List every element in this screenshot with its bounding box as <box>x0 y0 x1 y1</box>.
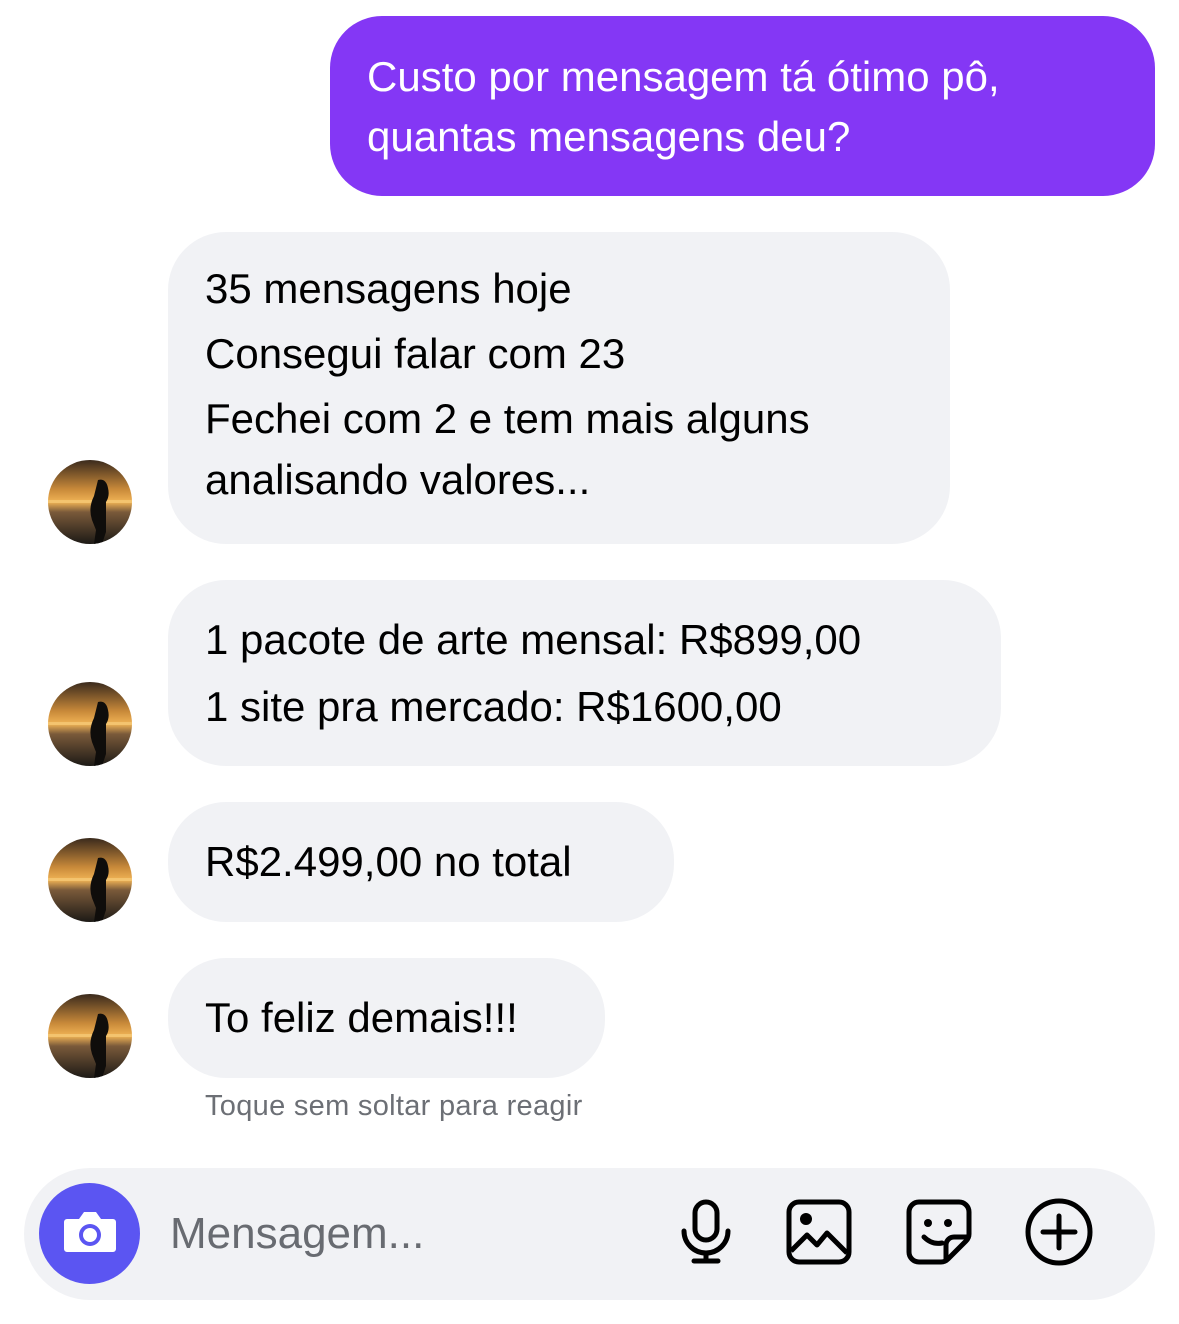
message-line: quantas mensagens deu? <box>367 113 851 160</box>
chat-screen: Custo por mensagem tá ótimo pô, quantas … <box>0 0 1179 1324</box>
gallery-button[interactable] <box>783 1198 855 1270</box>
message-line: Consegui falar com 23 <box>205 330 626 377</box>
camera-button[interactable] <box>39 1183 140 1284</box>
message-line: Custo por mensagem tá ótimo pô, <box>367 53 1000 100</box>
message-line: 35 mensagens hoje <box>205 265 572 312</box>
camera-icon <box>61 1207 119 1260</box>
plus-icon <box>1024 1197 1094 1272</box>
outgoing-message-bubble[interactable]: Custo por mensagem tá ótimo pô, quantas … <box>330 16 1155 196</box>
message-input[interactable] <box>170 1204 630 1264</box>
message-line: 1 pacote de arte mensal: R$899,00 <box>205 616 862 663</box>
more-button[interactable] <box>1023 1198 1095 1270</box>
message-line: analisando valores... <box>205 456 591 503</box>
microphone-icon <box>678 1199 734 1270</box>
message-line: R$2.499,00 no total <box>205 838 572 885</box>
avatar[interactable] <box>48 682 132 766</box>
image-icon <box>786 1199 852 1270</box>
avatar[interactable] <box>48 838 132 922</box>
incoming-message-bubble[interactable]: R$2.499,00 no total <box>168 802 674 922</box>
avatar[interactable] <box>48 460 132 544</box>
message-line: To feliz demais!!! <box>205 994 518 1041</box>
incoming-message-bubble[interactable]: To feliz demais!!! <box>168 958 605 1078</box>
avatar[interactable] <box>48 994 132 1078</box>
incoming-message-bubble[interactable]: 1 pacote de arte mensal: R$899,00 1 site… <box>168 580 1001 766</box>
message-line: Fechei com 2 e tem mais alguns <box>205 395 810 442</box>
incoming-message-bubble[interactable]: 35 mensagens hoje Consegui falar com 23 … <box>168 232 950 544</box>
sticker-button[interactable] <box>903 1198 975 1270</box>
reaction-hint: Toque sem soltar para reagir <box>205 1090 583 1122</box>
microphone-button[interactable] <box>670 1198 742 1270</box>
message-line: 1 site pra mercado: R$1600,00 <box>205 683 782 730</box>
message-composer <box>24 1168 1155 1300</box>
sticker-icon <box>906 1199 972 1270</box>
